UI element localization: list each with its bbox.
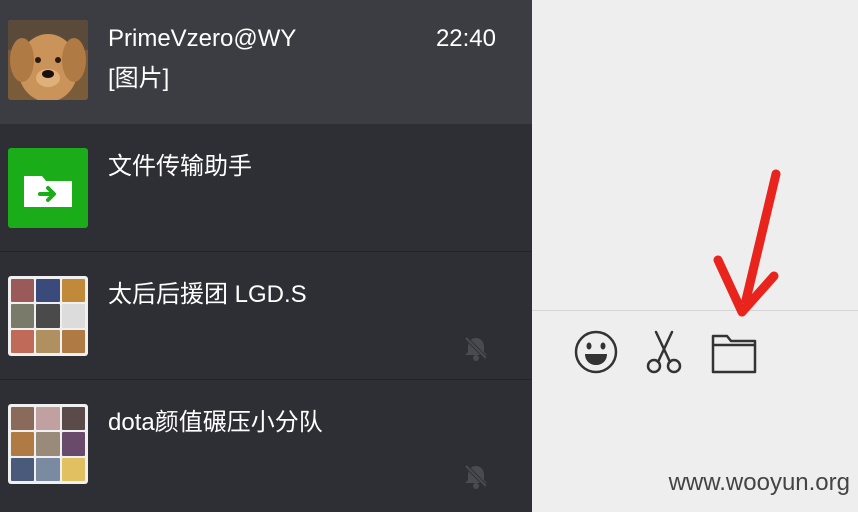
mute-bell-icon — [464, 336, 488, 361]
conversation-time: 22:40 — [435, 25, 496, 52]
conversation-item[interactable]: PrimeVzero@WY [图片] 22:40 — [0, 0, 532, 128]
member-avatar — [61, 279, 85, 303]
member-avatar — [61, 407, 85, 431]
member-avatar — [11, 329, 35, 353]
member-avatar — [36, 432, 60, 456]
conversation-name: PrimeVzero@WY — [108, 25, 297, 52]
member-avatar — [36, 329, 60, 353]
group-avatar[interactable] — [8, 276, 88, 356]
member-avatar — [11, 432, 35, 456]
conversation-list: PrimeVzero@WY [图片] 22:40 文件传输助手 太后后援团 LG — [0, 0, 532, 512]
member-avatar — [61, 457, 85, 481]
member-avatar — [61, 304, 85, 328]
emoji-icon[interactable] — [572, 328, 620, 376]
member-avatar — [11, 304, 35, 328]
member-avatar — [11, 279, 35, 303]
member-avatar — [11, 457, 35, 481]
member-avatar — [61, 432, 85, 456]
member-avatar — [11, 407, 35, 431]
mute-bell-icon — [464, 464, 488, 489]
group-avatar[interactable] — [8, 404, 88, 484]
member-avatar — [36, 279, 60, 303]
member-avatar — [36, 457, 60, 481]
conversation-name: 文件传输助手 — [108, 153, 252, 180]
input-divider — [532, 310, 858, 311]
scissors-icon[interactable] — [640, 328, 688, 376]
red-arrow-annotation — [713, 169, 781, 317]
watermark-text: www.wooyun.org — [668, 469, 850, 496]
chat-panel: www.wooyun.org — [532, 0, 858, 512]
folder-arrow-icon — [24, 176, 72, 207]
folder-icon[interactable] — [710, 328, 758, 376]
avatar[interactable] — [8, 20, 88, 100]
member-avatar — [36, 407, 60, 431]
file-transfer-avatar[interactable] — [8, 148, 88, 228]
conversation-preview: [图片] — [108, 65, 170, 92]
dog-avatar-image — [8, 20, 88, 100]
conversation-item[interactable]: dota颜值碾压小分队 — [0, 380, 532, 512]
member-avatar — [36, 304, 60, 328]
member-avatar — [61, 329, 85, 353]
conversation-item[interactable]: 太后后援团 LGD.S — [0, 252, 532, 380]
conversation-name: 太后后援团 LGD.S — [108, 281, 307, 308]
conversation-name: dota颜值碾压小分队 — [108, 409, 323, 436]
conversation-item[interactable]: 文件传输助手 — [0, 124, 532, 252]
